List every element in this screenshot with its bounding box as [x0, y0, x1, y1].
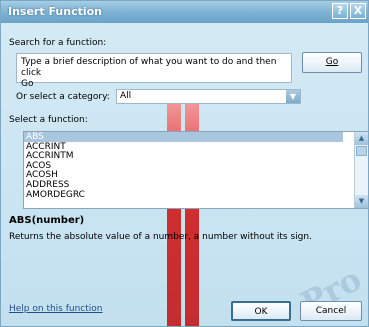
go-button-label: Go — [325, 57, 339, 67]
go-button[interactable]: Go — [302, 52, 362, 73]
function-list-scrollbar[interactable]: ▲ ▼ — [354, 132, 368, 208]
category-value: All — [120, 91, 132, 101]
category-label: Or select a category: — [16, 92, 110, 102]
chevron-down-icon[interactable]: ▼ — [286, 90, 300, 103]
search-text-line1: Type a brief description of what you wan… — [21, 57, 277, 78]
function-description: Returns the absolute value of a number, … — [9, 232, 312, 242]
list-item-accrintm[interactable]: ACCRINTM — [24, 151, 343, 161]
function-list-label: Select a function: — [9, 115, 88, 125]
search-label: Search for a function: — [9, 38, 107, 48]
function-list[interactable]: ABS ACCRINT ACCRINTM ACOS ACOSH ADDRESS … — [23, 131, 368, 209]
ok-button-label: OK — [254, 307, 268, 317]
list-item-address[interactable]: ADDRESS — [24, 180, 343, 190]
help-on-function-link[interactable]: Help on this function — [9, 304, 103, 314]
scroll-up-icon[interactable]: ▲ — [355, 132, 368, 145]
list-item-amordegrc[interactable]: AMORDEGRC — [24, 190, 343, 200]
scroll-down-icon[interactable]: ▼ — [355, 195, 368, 208]
question-mark-icon: ? — [336, 4, 344, 17]
cancel-button[interactable]: Cancel — [300, 301, 362, 321]
ok-button[interactable]: OK — [231, 301, 291, 321]
list-item-accrint[interactable]: ACCRINT — [24, 142, 343, 152]
list-item-abs[interactable]: ABS — [24, 132, 343, 142]
dialog-title: Insert Function — [8, 5, 103, 18]
insert-function-dialog: Pro Insert Function ? X Search for a fun… — [0, 0, 369, 327]
list-item-acosh[interactable]: ACOSH — [24, 170, 343, 181]
function-signature: ABS(number) — [9, 215, 85, 226]
close-button[interactable]: X — [350, 3, 366, 19]
category-select[interactable]: All ▼ — [116, 89, 301, 104]
title-bar[interactable]: Insert Function ? X — [1, 1, 368, 23]
close-icon: X — [353, 4, 363, 17]
search-input[interactable]: Type a brief description of what you wan… — [16, 53, 292, 89]
list-item-acos[interactable]: ACOS — [24, 161, 343, 171]
scroll-thumb[interactable] — [356, 146, 367, 156]
cancel-button-label: Cancel — [315, 306, 347, 316]
help-button[interactable]: ? — [332, 3, 348, 19]
